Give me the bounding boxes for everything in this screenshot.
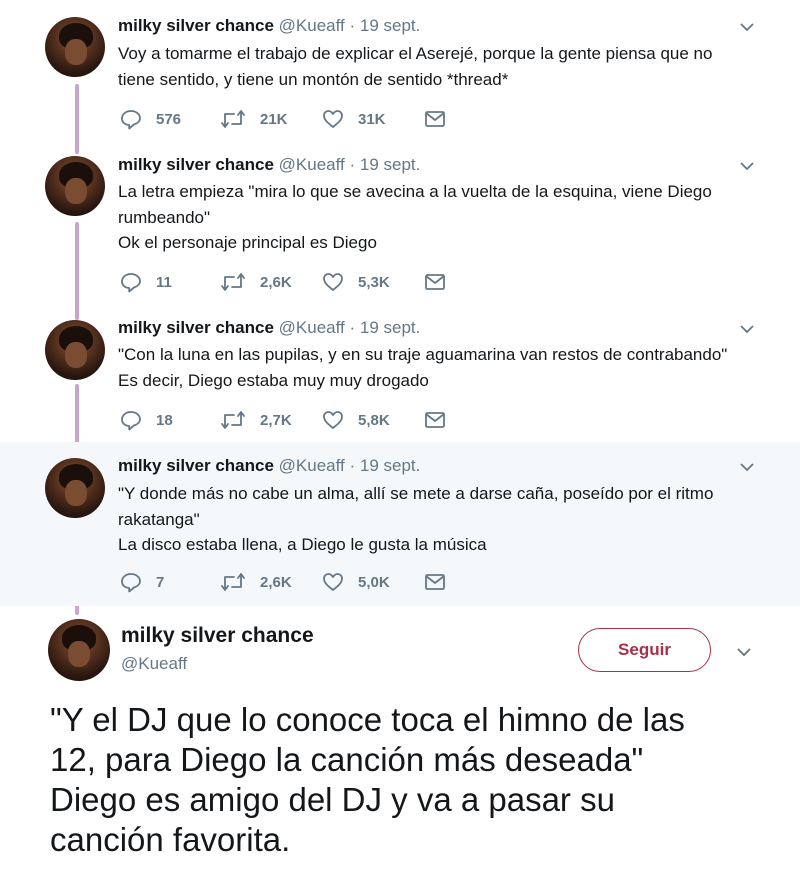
avatar[interactable] <box>45 458 105 518</box>
chevron-down-icon[interactable] <box>740 322 754 336</box>
envelope-icon <box>424 108 446 130</box>
tweet-text: "Con la luna en las pupilas, y en su tra… <box>118 342 778 393</box>
retweet-count: 2,7K <box>260 411 292 429</box>
retweet-button[interactable]: 2,7K <box>220 408 292 432</box>
retweet-count: 21K <box>260 110 288 128</box>
envelope-icon <box>424 571 446 593</box>
tweet-line: Ok el personaje principal es Diego <box>118 233 377 252</box>
tweet-line: rumbeando" <box>118 207 211 227</box>
author-name[interactable]: milky silver chance <box>121 624 314 648</box>
reply-icon <box>120 571 142 593</box>
tweet-line: "Con la luna en las pupilas, y en su tra… <box>118 345 728 364</box>
author-name[interactable]: milky silver chance <box>118 456 274 475</box>
reply-button[interactable]: 576 <box>120 107 181 131</box>
reply-icon <box>120 409 142 431</box>
reply-button[interactable]: 11 <box>120 270 172 294</box>
author-meta[interactable]: @Kueaff · 19 sept. <box>279 155 421 174</box>
chevron-down-icon[interactable] <box>740 20 754 34</box>
avatar[interactable] <box>45 320 105 380</box>
message-button[interactable] <box>424 408 446 432</box>
retweet-icon <box>220 271 246 293</box>
message-button[interactable] <box>424 107 446 131</box>
tweet[interactable]: milky silver chance @Kueaff · 19 sept. L… <box>0 150 800 310</box>
heart-icon <box>322 571 344 593</box>
like-button[interactable]: 5,8K <box>322 408 390 432</box>
tweet-actions: 7 2,6K 5,0K <box>120 570 460 594</box>
author-meta[interactable]: @Kueaff · 19 sept. <box>279 16 421 35</box>
tweet-line: "Y donde más no cabe un alma, allí se me… <box>118 484 714 503</box>
avatar[interactable] <box>45 156 105 216</box>
reply-button[interactable]: 7 <box>120 570 164 594</box>
envelope-icon <box>424 409 446 431</box>
avatar[interactable] <box>48 619 110 681</box>
retweet-button[interactable]: 21K <box>220 107 288 131</box>
reply-button[interactable]: 18 <box>120 408 173 432</box>
reply-count: 18 <box>156 411 173 429</box>
envelope-icon <box>424 271 446 293</box>
author-meta[interactable]: @Kueaff · 19 sept. <box>279 456 421 475</box>
tweet[interactable]: milky silver chance @Kueaff · 19 sept. V… <box>0 0 800 150</box>
follow-button[interactable]: Seguir <box>578 628 711 672</box>
tweet-actions: 576 21K 31K <box>120 107 460 131</box>
author-meta[interactable]: @Kueaff · 19 sept. <box>279 318 421 337</box>
chevron-down-icon[interactable] <box>740 159 754 173</box>
heart-icon <box>322 409 344 431</box>
retweet-icon <box>220 108 246 130</box>
author-name[interactable]: milky silver chance <box>118 318 274 337</box>
heart-icon <box>322 108 344 130</box>
tweet-line: tiene sentido, y tiene un montón de sent… <box>118 69 509 89</box>
like-count: 5,3K <box>358 273 390 291</box>
like-count: 5,0K <box>358 573 390 591</box>
reply-icon <box>120 108 142 130</box>
like-button[interactable]: 5,0K <box>322 570 390 594</box>
retweet-icon <box>220 409 246 431</box>
retweet-count: 2,6K <box>260 273 292 291</box>
tweet-text: "Y donde más no cabe un alma, allí se me… <box>118 481 778 558</box>
tweet-actions: 11 2,6K 5,3K <box>120 270 460 294</box>
main-tweet-text: "Y el DJ que lo conoce toca el himno de … <box>50 700 685 860</box>
tweet-line: 12, para Diego la canción más deseada" <box>50 741 644 778</box>
retweet-icon <box>220 571 246 593</box>
message-button[interactable] <box>424 270 446 294</box>
retweet-button[interactable]: 2,6K <box>220 570 292 594</box>
tweet-line: La disco estaba llena, a Diego le gusta … <box>118 535 487 554</box>
reply-count: 11 <box>156 273 172 291</box>
avatar[interactable] <box>45 17 105 77</box>
retweet-button[interactable]: 2,6K <box>220 270 292 294</box>
tweet-line: Diego es amigo del DJ y va a pasar su <box>50 781 615 818</box>
like-button[interactable]: 5,3K <box>322 270 390 294</box>
message-button[interactable] <box>424 570 446 594</box>
tweet-line: Es decir, Diego estaba muy muy drogado <box>118 370 429 390</box>
author-name[interactable]: milky silver chance <box>118 16 274 35</box>
reply-count: 576 <box>156 110 182 128</box>
tweet-line: rakatanga" <box>118 509 200 529</box>
chevron-down-icon[interactable] <box>736 644 752 660</box>
tweet[interactable]: milky silver chance @Kueaff · 19 sept. "… <box>0 442 800 606</box>
tweet-actions: 18 2,7K 5,8K <box>120 408 460 432</box>
like-count: 31K <box>358 110 386 128</box>
tweet-text: La letra empieza "mira lo que se avecina… <box>118 179 778 256</box>
tweet-line: La letra empieza "mira lo que se avecina… <box>118 182 712 201</box>
author-name[interactable]: milky silver chance <box>118 155 274 174</box>
tweet-text: Voy a tomarme el trabajo de explicar el … <box>118 41 778 92</box>
reply-icon <box>120 271 142 293</box>
tweet[interactable]: milky silver chance @Kueaff · 19 sept. "… <box>0 310 800 442</box>
tweet-line: Voy a tomarme el trabajo de explicar el … <box>118 44 713 63</box>
chevron-down-icon[interactable] <box>740 460 754 474</box>
reply-count: 7 <box>156 573 165 591</box>
retweet-count: 2,6K <box>260 573 292 591</box>
like-count: 5,8K <box>358 411 390 429</box>
author-handle[interactable]: @Kueaff <box>121 654 187 674</box>
tweet-line: canción favorita. <box>50 821 291 858</box>
tweet-line: "Y el DJ que lo conoce toca el himno de … <box>50 701 685 738</box>
heart-icon <box>322 271 344 293</box>
like-button[interactable]: 31K <box>322 107 386 131</box>
